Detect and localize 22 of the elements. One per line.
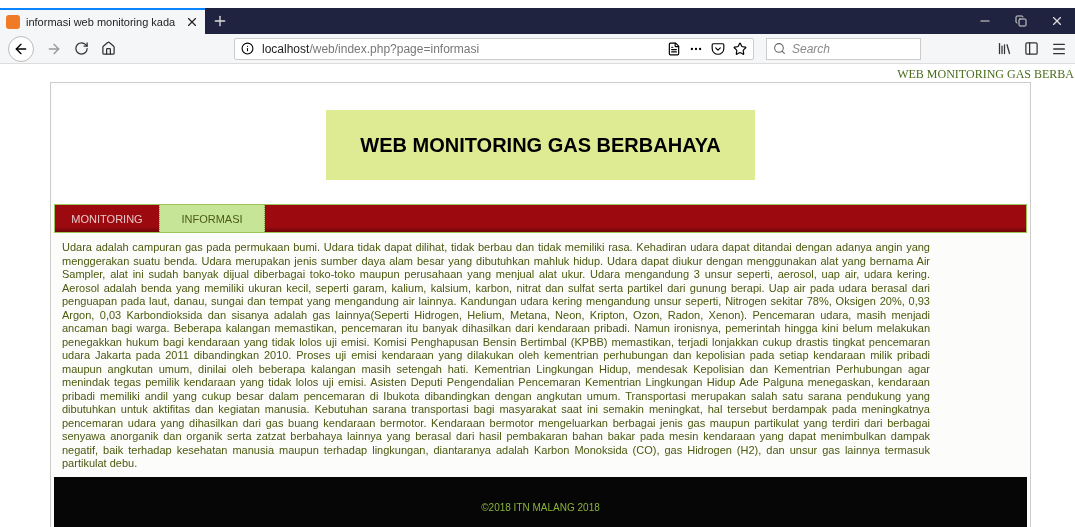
- nav-tab[interactable]: INFORMASI: [159, 205, 265, 232]
- site-title: WEB MONITORING GAS BERBAHAYA: [326, 110, 755, 180]
- pocket-icon[interactable]: [711, 41, 725, 56]
- favicon-icon: [6, 15, 20, 29]
- info-icon[interactable]: [241, 42, 254, 55]
- library-icon[interactable]: [997, 41, 1012, 56]
- copyright-text: ©2018 ITN MALANG 2018: [481, 501, 600, 513]
- close-icon[interactable]: [185, 15, 199, 29]
- search-icon: [773, 42, 786, 55]
- back-icon[interactable]: [8, 35, 34, 62]
- address-bar[interactable]: localhost/web/index.php?page=informasi: [234, 37, 754, 60]
- home-icon[interactable]: [101, 41, 116, 56]
- reload-icon[interactable]: [74, 41, 89, 56]
- star-icon[interactable]: [733, 41, 747, 56]
- browser-tab[interactable]: informasi web monitoring kada: [0, 8, 205, 34]
- info-paragraph: Udara adalah campuran gas pada permukaan bumi. Udara tidak dapat dilihat, tidak berbau dan tidak memiliki rasa. Kehadiran udara dapat ditandai dengan adanya angin yang menggerakan suatu benda. Udara merupakan jenis sumber daya alam besar yang dibutuhkan mahluk hidup. Udara dapat diukur dengan menggunakan alat yang bernama Air Sampler, alat ini sudah banyak dijual diberbagai toko-toko maupun perusahaan yang menjual alat ukur. Udara mengandung 3 unsur seperti, aerosol, uap air, udara kering. Aerosol adalah benda yang memiliki ukuran kecil, seperti garam, kalium, kalsium, karbon, nitrat dan sulfat serta partikel dari gunung berapi. Uap air pada udara berasal dari penguapan pada laut, danau, sungai dan tempat yang mengandung air lainnya. Kandungan udara kering mengandung unsur seperti, Nitrogen sekitar 78%, Oksigen 20%, 0,93 Argon, 0,03 Karbondioksida dan sisanya adalah gas lainnya(Seperti Hidrogen, Helium, Metana, Neon, Kripton, Ozon, Radon, Xenon). Pencemaran udara, masih menjadi ancaman bagi warga. Beberapa kalangan memastikan, pencemaran itu banyak dihasilkan dari kendaraan pribadi. Namun ironisnya, pemerintah hingga kini belum melakukan penegakkan hukum bagi kendaraan yang tidak lolos uji emisi. Komisi Penghapusan Bensin Bertimbal (KPBB) memastikan, terjadi lonjakkan cukup drastis tingkat pencemaran udara Jakarta pada 2011 dibandingkan 2010. Proses uji emisi kendaraan yang dilakukan oleh kementrian perhubungan dan kepolisian pada setiap kendaraan milik pribadi maupun angkutan umum, dinilai oleh beberapa kalangan masih setengah hati. Kementrian Lingkungan Hidup, mendesak Kepolisian dan Kementrian Perhubungan agar menindak tegas pemilik kendaraan yang tidak lolos uji emisi. Asisten Deputi Pengendalian Pencemaran Kementrian Lingkungan Hidup Ade Palguna menegaskan, kendaraan pribadi memiliki andil yang cukup besar dalam pencemaran di Ibukota dibandingkan dengan angkutan umum. Transportasi merupakan salah satu sarana pendukung yang dibutuhkan untuk aktifitas dan kegiatan manusia. Kebutuhan sarana transportasi bagi masyarakat saat ini semakin meningkat, hal tersebut berdampak pada meningkatnya pencemaran udara yang dihasilkan dari gas buang kendaraan bermotor. Kendaraan bermotor mengeluarkan berbagai jenis gas maupun partikulat yang terdiri dari berbagai senyawa anorganik dan organik serta zatzat berbahaya lainnya yang berasal dari hasil pembakaran bahan bakar pada mesin kendaraan yang dapat menimbulkan dampak negatif, baik terhadap kesehatan manusia maupun terhadap lingkungan, diantaranya adalah Karbon Monoksida (CO), gas Hidrogen (H2), dan unsur gas lainnya termasuk partikulat debu.: [62, 241, 930, 471]
- search-field[interactable]: Search: [766, 37, 921, 60]
- sidebar-icon[interactable]: [1024, 41, 1039, 56]
- marquee-text: WEB MONITORING GAS BERBA: [897, 67, 1074, 82]
- nav-tab[interactable]: MONITORING: [55, 205, 159, 232]
- url-text: localhost/web/index.php?page=informasi: [262, 41, 481, 56]
- reader-icon[interactable]: [667, 41, 681, 56]
